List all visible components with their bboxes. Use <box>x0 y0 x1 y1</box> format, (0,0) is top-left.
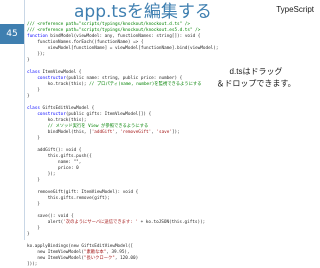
code-token: GiftsEditViewModel { <box>42 106 95 111</box>
left-divider <box>24 0 25 240</box>
code-token: ko.track(this); <box>27 82 90 87</box>
code-token: viewModel[functionName] = viewModel[func… <box>27 46 219 51</box>
code-token: bindModel(viewModel: any, functionNames:… <box>50 34 201 39</box>
callout-line: ＆ドロップできます。 <box>216 79 296 88</box>
code-token: , 120.00) <box>114 256 139 261</box>
code-token: name: "", <box>27 160 82 165</box>
code-token: } <box>27 202 40 207</box>
code-token: // プロパティ(name, number)を監視できるようにする <box>89 82 202 87</box>
code-token: }); <box>27 52 46 57</box>
code-token: /// <reference path="scripts/typings/kno… <box>27 22 190 27</box>
code-token: this.gifts.push({ <box>27 154 92 159</box>
code-token: this.gifts.remove(gift); <box>27 196 110 201</box>
code-token: constructor <box>27 112 66 117</box>
code-token: } <box>27 94 30 99</box>
code-token: }); <box>27 172 56 177</box>
code-token: alert( <box>27 220 64 225</box>
code-token: function <box>27 34 51 39</box>
code-token: ])); <box>27 262 38 267</box>
code-token: } <box>27 88 40 93</box>
code-token: new ItemViewModel( <box>27 250 84 255</box>
language-label: TypeScript <box>276 5 314 14</box>
code-token: removeGift(gift: ItemViewModel): void { <box>27 190 139 195</box>
code-token: , 39.95), <box>106 250 130 255</box>
code-token: "素敵な本" <box>83 250 107 255</box>
code-token: functionNames.forEach((functionName) => … <box>27 40 144 45</box>
code-token: bindModel(this, [ <box>27 130 92 135</box>
code-token: save(): void { <box>27 214 74 219</box>
code-token: } <box>27 178 40 183</box>
callout-line: d.tsはドラッグ <box>229 67 283 76</box>
slide-title: app.tsを編集する <box>74 2 212 22</box>
code-token: ko.applyBindings(new GiftsEditViewModel(… <box>27 244 134 249</box>
page-number: 45 <box>6 29 18 39</box>
page-number-badge: 45 <box>0 24 24 44</box>
code-token: addGift(): void { <box>27 148 82 153</box>
code-token: class <box>27 70 43 75</box>
code-token: (public name: string, public price: numb… <box>65 76 183 81</box>
code-token: "長いクローク" <box>83 256 115 261</box>
code-token: new ItemViewModel( <box>27 256 84 261</box>
callout-note: d.tsはドラッグ ＆ドロップできます。 <box>204 66 308 90</box>
code-token: '次のようにサーバに送信できます: ' <box>63 220 138 225</box>
code-token: 'save' <box>156 130 172 135</box>
code-token: } <box>27 226 40 231</box>
code-token: } <box>27 58 30 63</box>
code-token: ItemViewModel { <box>42 70 82 75</box>
code-token: // メソッド実行を View が参照できるようにする <box>27 124 149 129</box>
code-token: class <box>27 106 43 111</box>
code-token: + ko.toJSON(this.gifts)); <box>137 220 206 225</box>
code-token: price: 0 <box>27 166 79 171</box>
code-token: 'removeGift' <box>120 130 152 135</box>
code-token: ]); <box>171 130 180 135</box>
code-token: } <box>27 136 40 141</box>
code-token: } <box>27 232 30 237</box>
code-token: ko.track(this); <box>27 118 87 123</box>
code-token: /// <reference path="scripts/typings/kno… <box>27 28 201 33</box>
code-token: (public gifts: ItemViewModel[]) { <box>65 112 152 117</box>
code-line: ])); <box>27 262 319 268</box>
code-token: 'addGift' <box>91 130 115 135</box>
code-token: constructor <box>27 76 66 81</box>
code-editor[interactable]: /// <reference path="scripts/typings/kno… <box>27 22 319 267</box>
